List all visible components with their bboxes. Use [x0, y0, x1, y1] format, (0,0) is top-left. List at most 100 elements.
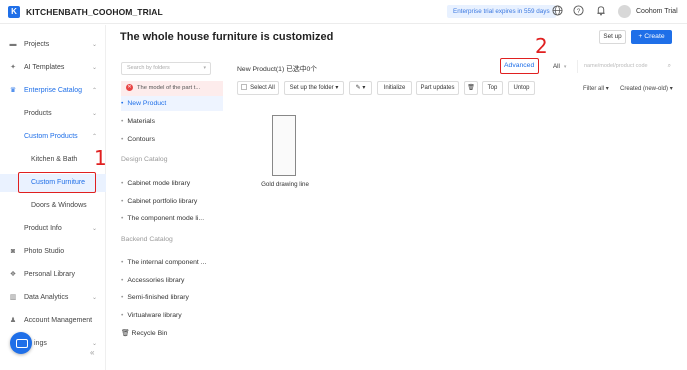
- crown-icon: ♛: [9, 87, 17, 94]
- setup-folder-button[interactable]: Set up the folder ▾: [284, 81, 344, 95]
- sidebar-item-label: ings: [34, 340, 47, 347]
- tree-item-label: The model of the part t...: [137, 85, 201, 91]
- folder-tree: Search by folders ▾ ✕ The model of the pa…: [113, 55, 223, 355]
- bullet-icon: •: [121, 180, 124, 187]
- folder-path-label: New Product(1) 已选中0个: [237, 66, 318, 73]
- tree-item-accessories[interactable]: • Accessories library: [121, 273, 223, 288]
- tree-item-label: Contours: [127, 136, 155, 143]
- sidebar-item-custom-products[interactable]: Custom Products ⌃: [0, 128, 106, 146]
- bell-icon[interactable]: [594, 5, 607, 18]
- product-card[interactable]: Gold drawing line: [257, 115, 310, 188]
- sidebar-item-data-analytics[interactable]: ▥ Data Analytics ⌄: [0, 289, 106, 307]
- tree-item-virtualware[interactable]: • Virtualware library: [121, 308, 223, 323]
- product-search-input[interactable]: name/model/product code ⌕: [577, 60, 673, 73]
- sidebar-item-personal-library[interactable]: ❖ Personal Library: [0, 266, 106, 284]
- sidebar-item-kitchen-bath[interactable]: Kitchen & Bath: [0, 151, 106, 169]
- untop-button[interactable]: Untop: [508, 81, 535, 95]
- bullet-icon: •: [121, 259, 124, 266]
- chevron-down-icon: ▾: [605, 86, 609, 92]
- avatar[interactable]: [618, 5, 631, 18]
- bullet-icon: •: [121, 294, 124, 301]
- tree-item-materials[interactable]: • Materials: [121, 114, 223, 129]
- bar-chart-icon: ▥: [9, 294, 17, 301]
- recycle-bin-item[interactable]: 🗑 Recycle Bin: [121, 329, 167, 337]
- chevron-up-icon: ⌃: [92, 134, 98, 140]
- checkbox[interactable]: [241, 84, 248, 90]
- sidebar-item-doors-windows[interactable]: Doors & Windows: [0, 197, 106, 215]
- sort-dropdown[interactable]: Created (new-old) ▾: [620, 85, 673, 92]
- tree-item-label: Accessories library: [127, 277, 185, 284]
- annotation-number-1: 1: [94, 146, 107, 170]
- filter-all-dropdown[interactable]: Filter all ▾: [583, 85, 609, 92]
- tree-item-label: Cabinet portfolio library: [127, 198, 198, 205]
- tree-item-internal-component[interactable]: • The internal component ...: [121, 255, 223, 270]
- app-name: KITCHENBATH_COOHOM_TRIAL: [26, 7, 163, 17]
- chat-fab-button[interactable]: [10, 332, 32, 354]
- app-logo[interactable]: K: [8, 6, 20, 18]
- sidebar-item-product-info[interactable]: Product Info ⌄: [0, 220, 106, 238]
- chevron-down-icon: ▾: [203, 65, 206, 71]
- advanced-link[interactable]: Advanced: [504, 62, 534, 69]
- setup-button[interactable]: Set up: [599, 30, 626, 44]
- edit-dropdown-button[interactable]: ✎ ▾: [349, 81, 372, 95]
- sidebar: ▬ Projects ⌄ ✦ AI Templates ⌄ ♛ Enterpri…: [0, 25, 106, 370]
- tree-item-cabinet-portfolio[interactable]: • Cabinet portfolio library: [121, 194, 223, 209]
- part-updates-button[interactable]: Part updates: [416, 81, 459, 95]
- tree-item-label: The component mode li...: [127, 215, 205, 222]
- collapse-sidebar-icon[interactable]: «: [90, 348, 94, 357]
- tree-item-cabinet-mode[interactable]: • Cabinet mode library: [121, 176, 223, 191]
- recycle-bin-label: Recycle Bin: [131, 330, 168, 337]
- product-search-placeholder: name/model/product code: [584, 63, 648, 69]
- tree-item-new-product[interactable]: • New Product: [121, 96, 223, 111]
- design-catalog-heading: Design Catalog: [121, 156, 168, 163]
- top-button[interactable]: Top: [482, 81, 503, 95]
- sidebar-item-account-management[interactable]: ♟ Account Management: [0, 312, 106, 330]
- tree-item-contours[interactable]: • Contours: [121, 132, 223, 147]
- scope-filter-select[interactable]: All ▾: [553, 63, 566, 70]
- bullet-icon: •: [121, 277, 124, 284]
- svg-text:?: ?: [577, 8, 581, 15]
- sidebar-item-products[interactable]: Products ⌄: [0, 105, 106, 123]
- chevron-down-icon: ⌄: [92, 42, 98, 48]
- tree-item-error-part[interactable]: ✕ The model of the part t...: [121, 81, 223, 96]
- product-thumbnail[interactable]: [272, 115, 296, 176]
- create-button[interactable]: + Create: [631, 30, 672, 44]
- tree-item-semi-finished[interactable]: • Semi-finished library: [121, 290, 223, 305]
- initialize-button[interactable]: Initialize: [377, 81, 412, 95]
- sidebar-item-label: Enterprise Catalog: [24, 87, 82, 94]
- tree-item-label: Cabinet mode library: [127, 180, 191, 187]
- sidebar-item-label: Custom Products: [24, 133, 78, 140]
- bullet-icon: •: [121, 215, 124, 222]
- folder-search-input[interactable]: Search by folders ▾: [121, 62, 211, 75]
- user-name[interactable]: Coohom Trial: [636, 8, 678, 15]
- help-icon[interactable]: ?: [572, 5, 585, 18]
- select-all-button[interactable]: Select All: [237, 81, 279, 95]
- product-name: Gold drawing line: [261, 181, 309, 188]
- bullet-icon: •: [121, 136, 124, 143]
- globe-icon[interactable]: [551, 5, 564, 18]
- user-icon: ♟: [9, 317, 17, 324]
- delete-button[interactable]: 🗑: [464, 81, 478, 95]
- sidebar-item-photo-studio[interactable]: ◙ Photo Studio: [0, 243, 106, 261]
- trial-expiry-badge[interactable]: Enterprise trial expires in 559 days: [447, 5, 556, 18]
- folder-icon: ▬: [9, 41, 17, 48]
- bullet-icon: •: [121, 198, 124, 205]
- tree-item-component-mode[interactable]: • The component mode li...: [121, 211, 223, 226]
- product-content-area: New Product(1) 已选中0个 2 Advanced All ▾ nam…: [228, 34, 687, 370]
- sidebar-item-label: Products: [24, 110, 52, 117]
- tree-item-label: Semi-finished library: [127, 294, 189, 301]
- sidebar-item-label: Personal Library: [24, 271, 75, 278]
- sidebar-item-label: Data Analytics: [24, 294, 69, 301]
- bullet-icon: •: [121, 312, 124, 319]
- trash-icon: 🗑: [467, 85, 475, 91]
- chevron-down-icon: ⌄: [92, 65, 98, 71]
- trash-icon: 🗑: [121, 330, 130, 337]
- sidebar-item-ai-templates[interactable]: ✦ AI Templates ⌄: [0, 59, 106, 77]
- sidebar-item-projects[interactable]: ▬ Projects ⌄: [0, 36, 106, 54]
- chevron-down-icon: ▾: [669, 86, 673, 92]
- sidebar-item-label: Kitchen & Bath: [31, 156, 78, 163]
- tree-item-label: New Product: [127, 100, 167, 107]
- camera-icon: ◙: [10, 248, 16, 255]
- sidebar-item-enterprise-catalog[interactable]: ♛ Enterprise Catalog ⌃: [0, 82, 106, 100]
- tree-item-label: Virtualware library: [127, 312, 182, 319]
